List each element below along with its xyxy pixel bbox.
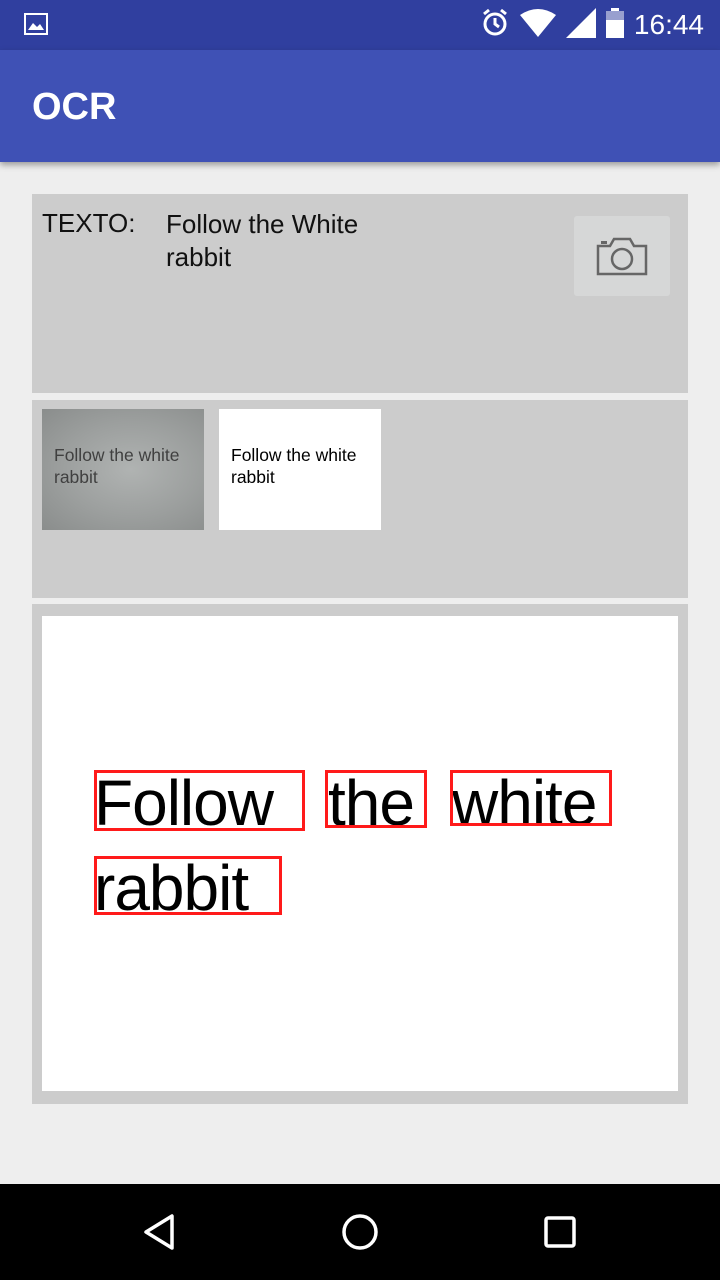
recognized-text-line-1: Follow the White	[166, 209, 359, 239]
thumbnail-text: Follow the white rabbit	[54, 444, 179, 488]
ocr-word-box	[450, 770, 612, 826]
binarized-thumbnail[interactable]: Follow the white rabbit	[219, 409, 381, 530]
ocr-result-image: Follow the white rabbit	[42, 616, 678, 1091]
recents-icon	[544, 1216, 576, 1248]
thumbnails-panel: Follow the white rabbit Follow the white…	[32, 400, 688, 598]
recents-button[interactable]	[536, 1208, 584, 1256]
status-time: 16:44	[633, 9, 704, 40]
camera-button[interactable]	[574, 216, 670, 296]
camera-icon	[596, 237, 648, 276]
back-button[interactable]	[136, 1208, 184, 1256]
thumbnail-line-1: Follow the white	[231, 445, 357, 465]
ocr-word-box	[325, 770, 427, 828]
texto-label: TEXTO:	[42, 208, 136, 238]
wifi-icon	[519, 9, 556, 41]
back-icon	[144, 1214, 174, 1250]
battery-icon	[605, 8, 624, 42]
recognized-text-panel: TEXTO: Follow the White rabbit	[32, 194, 688, 393]
image-notification-icon	[24, 13, 48, 35]
grayscale-thumbnail[interactable]: Follow the white rabbit	[42, 409, 204, 530]
app-bar: OCR	[0, 50, 720, 162]
ocr-word-box	[94, 856, 282, 915]
thumbnail-line-2: rabbit	[231, 467, 275, 487]
alarm-icon	[480, 8, 510, 42]
signal-icon	[565, 8, 596, 42]
thumbnail-text: Follow the white rabbit	[231, 444, 356, 488]
home-icon	[342, 1214, 378, 1250]
ocr-word-box	[94, 770, 305, 831]
recognized-text: Follow the White rabbit	[166, 208, 416, 274]
recognized-text-line-2: rabbit	[166, 242, 232, 272]
navigation-bar	[0, 1184, 720, 1280]
home-button[interactable]	[336, 1208, 384, 1256]
thumbnail-line-1: Follow the white	[54, 445, 180, 465]
app-title: OCR	[32, 86, 117, 128]
thumbnail-line-2: rabbit	[54, 467, 98, 487]
status-bar: 16:44	[0, 0, 720, 50]
ocr-result-panel: Follow the white rabbit	[32, 604, 688, 1104]
